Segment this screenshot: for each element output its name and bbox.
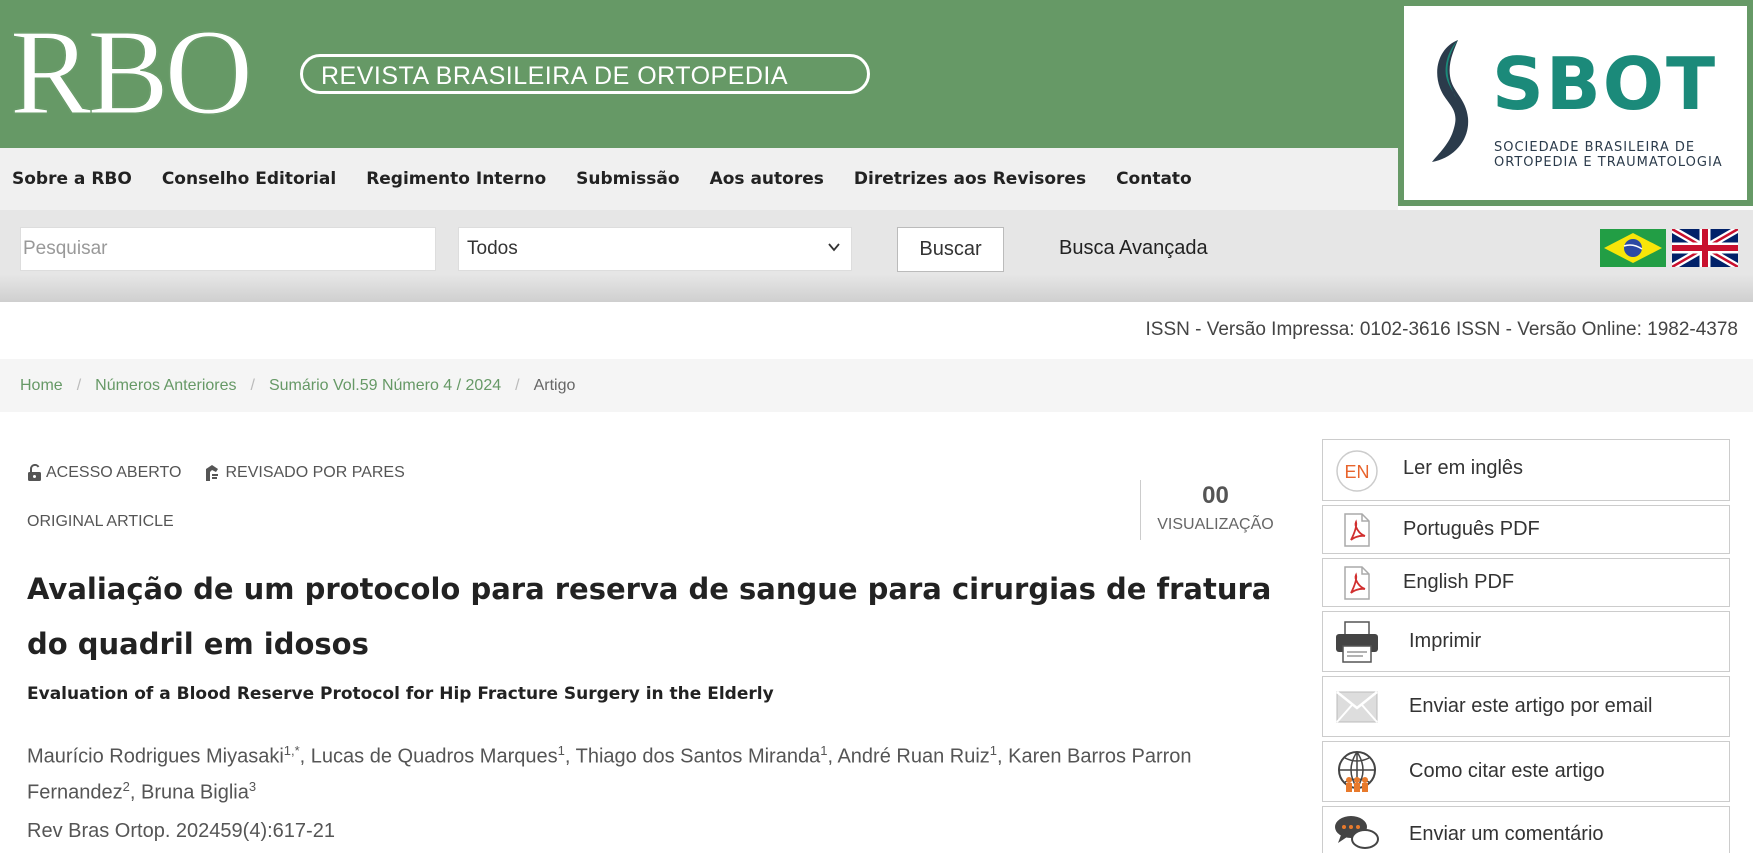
search-input[interactable] (20, 227, 436, 271)
reviewer-icon (206, 465, 219, 481)
sbot-subtitle-line1: SOCIEDADE BRASILEIRA DE (1494, 140, 1696, 155)
open-lock-icon (28, 464, 41, 481)
article-authors: Maurício Rodrigues Miyasaki1,*, Lucas de… (27, 736, 1287, 807)
brazil-flag-icon[interactable] (1600, 229, 1666, 267)
search-scope-select[interactable]: Todos (458, 227, 852, 271)
breadcrumb-sumario[interactable]: Sumário Vol.59 Número 4 / 2024 (269, 377, 501, 395)
sbot-title: SBOT (1492, 42, 1718, 126)
open-access-label: ACESSO ABERTO (46, 464, 182, 481)
author-name[interactable]: Lucas de Quadros Marques (311, 746, 558, 768)
breadcrumb: Home / Números Anteriores / Sumário Vol.… (0, 359, 1753, 412)
rbo-logo-letters[interactable]: RBO (10, 11, 254, 134)
uk-flag-icon[interactable] (1672, 229, 1738, 267)
read-english-label: Ler em inglês (1403, 457, 1524, 479)
globe-people-icon (1333, 750, 1381, 794)
search-button[interactable]: Buscar (897, 227, 1004, 272)
views-label: VISUALIZAÇÃO (1157, 516, 1274, 533)
author-affiliation: 1 (989, 743, 997, 758)
nav-item-submissao[interactable]: Submissão (576, 169, 679, 189)
nav-item-contato[interactable]: Contato (1116, 169, 1192, 189)
en-language-icon: EN (1333, 448, 1381, 494)
send-comment-label: Enviar um comentário (1409, 823, 1604, 845)
author-separator: , (997, 745, 1009, 768)
breadcrumb-separator: / (250, 376, 255, 394)
peer-reviewed-label: REVISADO POR PARES (225, 464, 405, 481)
sbot-subtitle-line2: ORTOPEDIA E TRAUMATOLOGIA (1494, 155, 1723, 170)
author-separator: , (827, 745, 838, 768)
portuguese-pdf-label: Português PDF (1403, 518, 1540, 540)
author-name[interactable]: Bruna Biglia (141, 781, 249, 803)
cite-article-button[interactable]: Como citar este artigo (1322, 741, 1730, 802)
print-label: Imprimir (1409, 630, 1482, 652)
nav-item-diretrizes[interactable]: Diretrizes aos Revisores (854, 169, 1086, 189)
open-access-badge: ACESSO ABERTO (27, 464, 181, 482)
read-english-button[interactable]: EN Ler em inglês (1322, 439, 1730, 501)
email-article-button[interactable]: Enviar este artigo por email (1322, 676, 1730, 737)
breadcrumb-home[interactable]: Home (20, 377, 63, 395)
nav-item-regimento[interactable]: Regimento Interno (366, 169, 546, 189)
article-citation: Rev Bras Ortop. 202459(4):617-21 (27, 820, 335, 842)
send-comment-button[interactable]: Enviar um comentário (1322, 806, 1730, 853)
print-button[interactable]: Imprimir (1322, 611, 1730, 672)
author-affiliation: 1 (557, 743, 565, 758)
issn-info: ISSN - Versão Impressa: 0102-3616 ISSN -… (1145, 319, 1739, 340)
envelope-icon (1333, 687, 1381, 727)
nav-item-autores[interactable]: Aos autores (710, 169, 824, 189)
nav-item-conselho[interactable]: Conselho Editorial (162, 169, 336, 189)
article-type: ORIGINAL ARTICLE (27, 513, 174, 530)
nav-item-sobre[interactable]: Sobre a RBO (12, 169, 132, 189)
author-affiliation: 3 (248, 778, 257, 794)
breadcrumb-separator: / (76, 376, 82, 394)
search-bar: Todos Buscar Busca Avançada (0, 210, 1753, 302)
email-article-label: Enviar este artigo por email (1409, 695, 1653, 717)
author-separator: , (299, 745, 311, 768)
en-icon-text: EN (1344, 462, 1369, 482)
portuguese-pdf-button[interactable]: Português PDF (1322, 505, 1730, 554)
author-name[interactable]: André Ruan Ruiz (837, 746, 989, 768)
views-counter: 00 VISUALIZAÇÃO (1140, 480, 1290, 540)
cite-article-label: Como citar este artigo (1409, 760, 1605, 782)
sbot-subtitle: SOCIEDADE BRASILEIRA DE ORTOPEDIA E TRAU… (1494, 140, 1723, 170)
views-count: 00 (1202, 482, 1229, 509)
breadcrumb-current: Artigo (533, 376, 576, 394)
pdf-icon (1333, 563, 1381, 603)
english-pdf-button[interactable]: English PDF (1322, 558, 1730, 607)
chevron-down-icon (828, 243, 840, 252)
rbo-logo-subtitle-pill[interactable]: REVISTA BRASILEIRA DE ORTOPEDIA (300, 54, 870, 94)
rbo-logo-subtitle: REVISTA BRASILEIRA DE ORTOPEDIA (321, 62, 789, 90)
sbot-swirl-icon (1432, 40, 1469, 162)
peer-reviewed-badge: REVISADO POR PARES (203, 463, 405, 483)
sbot-logo[interactable]: SBOT SOCIEDADE BRASILEIRA DE ORTOPEDIA E… (1404, 6, 1747, 200)
printer-icon (1333, 620, 1381, 664)
article-badges: ACESSO ABERTO REVISADO POR PARES (27, 463, 427, 483)
author-affiliation: 2 (122, 778, 130, 794)
article-subtitle: Evaluation of a Blood Reserve Protocol f… (27, 684, 774, 704)
comment-icon (1333, 813, 1381, 853)
site-header: RBO REVISTA BRASILEIRA DE ORTOPEDIA (0, 0, 1400, 148)
breadcrumb-numeros-anteriores[interactable]: Números Anteriores (95, 377, 236, 395)
author-affiliation: 1,* (283, 743, 300, 758)
advanced-search-link[interactable]: Busca Avançada (1059, 237, 1208, 260)
main-nav: Sobre a RBO Conselho Editorial Regimento… (0, 148, 1398, 210)
pdf-icon (1333, 510, 1381, 550)
article-title: Avaliação de um protocolo para reserva d… (27, 572, 1272, 661)
english-pdf-label: English PDF (1403, 571, 1515, 593)
author-name[interactable]: Thiago dos Santos Miranda (576, 746, 821, 768)
author-separator: , (129, 781, 141, 804)
breadcrumb-separator: / (515, 376, 520, 394)
author-separator: , (564, 745, 576, 768)
author-name[interactable]: Maurício Rodrigues Miyasaki (27, 746, 284, 768)
search-scope-value: Todos (467, 238, 518, 259)
